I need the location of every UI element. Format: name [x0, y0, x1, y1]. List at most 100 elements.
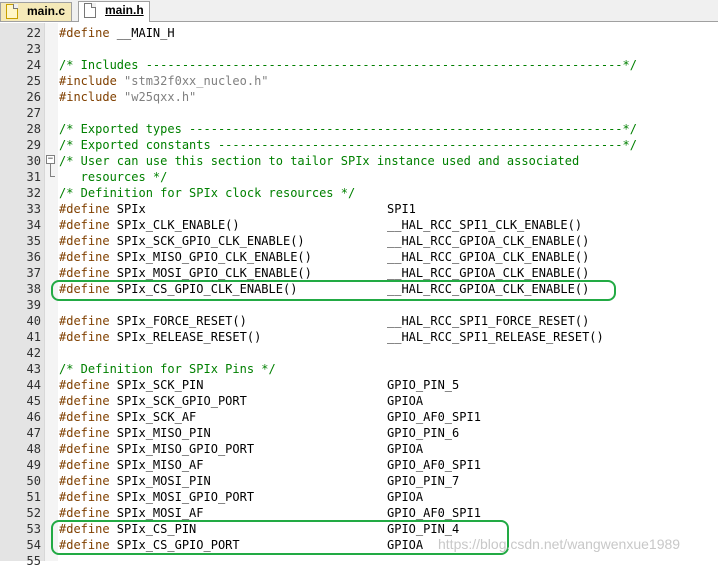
- tab-label: main.c: [27, 4, 66, 18]
- code-line: 26 #include "w25qxx.h": [0, 89, 718, 105]
- line-number: 38: [26, 282, 41, 296]
- macro-name: SPIx_MOSI_PIN: [109, 474, 211, 488]
- line-number: 45: [26, 394, 41, 408]
- tab-bar: main.c main.h: [0, 0, 718, 22]
- macro-value: GPIO_PIN_5: [387, 378, 460, 392]
- macro-value: GPIO_AF0_SPI1: [387, 506, 481, 520]
- directive-keyword: #define: [59, 218, 110, 232]
- comment-text: /* Exported constants ------------------…: [59, 138, 637, 152]
- line-number: 48: [26, 442, 41, 456]
- line-number: 24: [26, 58, 41, 72]
- line-number: 39: [26, 298, 41, 312]
- code-line: 27: [0, 105, 718, 121]
- line-number: 27: [26, 106, 41, 120]
- code-line: 37 #define SPIx_MOSI_GPIO_CLK_ENABLE() __H…: [0, 265, 718, 281]
- comment-text: resources */: [59, 170, 168, 184]
- line-number: 22: [26, 26, 41, 40]
- include-path: "stm32f0xx_nucleo.h": [116, 74, 269, 88]
- code-line: 52 #define SPIx_MOSI_AF GPIO_AF0_SPI1: [0, 505, 718, 521]
- macro-name: SPIx_MISO_GPIO_CLK_ENABLE(): [109, 250, 312, 264]
- code-text: #define SPIx_SCK_PIN: [59, 377, 204, 393]
- macro-value: GPIO_PIN_6: [387, 426, 460, 440]
- code-text: #define SPIx_MOSI_GPIO_PORT: [59, 489, 254, 505]
- tab-main-h[interactable]: main.h: [78, 1, 150, 22]
- directive-keyword: #define: [59, 426, 110, 440]
- macro-name: __MAIN_H: [109, 26, 175, 40]
- file-icon: [84, 3, 96, 18]
- comment-text: /* Definition for SPIx Pins */: [59, 362, 276, 376]
- code-text: #include "stm32f0xx_nucleo.h": [59, 73, 269, 89]
- line-number: 49: [26, 458, 41, 472]
- code-line: 46 #define SPIx_SCK_AF GPIO_AF0_SPI1: [0, 409, 718, 425]
- directive-keyword: #include: [59, 90, 117, 104]
- line-number: 46: [26, 410, 41, 424]
- macro-name: SPIx_SCK_GPIO_PORT: [109, 394, 247, 408]
- code-text: #define SPIx_MOSI_PIN: [59, 473, 211, 489]
- macro-name: SPIx_SCK_GPIO_CLK_ENABLE(): [109, 234, 305, 248]
- line-number: 31: [26, 170, 41, 184]
- macro-name: SPIx_MISO_GPIO_PORT: [109, 442, 255, 456]
- line-number: 51: [26, 490, 41, 504]
- line-number: 28: [26, 122, 41, 136]
- code-line: 24 /* Includes --------------------------…: [0, 57, 718, 73]
- code-text: #define SPIx: [59, 201, 146, 217]
- line-number: 53: [26, 522, 41, 536]
- code-line: 43 /* Definition for SPIx Pins */: [0, 361, 718, 377]
- line-number: 47: [26, 426, 41, 440]
- macro-name: SPIx_RELEASE_RESET(): [109, 330, 262, 344]
- line-number: 44: [26, 378, 41, 392]
- code-text: #define SPIx_FORCE_RESET(): [59, 313, 247, 329]
- directive-keyword: #define: [59, 394, 110, 408]
- directive-keyword: #define: [59, 250, 110, 264]
- directive-keyword: #define: [59, 314, 110, 328]
- macro-name: SPIx_SCK_AF: [109, 410, 197, 424]
- code-text: /* Includes ----------------------------…: [59, 57, 637, 73]
- line-number: 40: [26, 314, 41, 328]
- line-number: 34: [26, 218, 41, 232]
- code-text: /* User can use this section to tailor S…: [59, 153, 579, 169]
- line-number: 25: [26, 74, 41, 88]
- code-line: 34 #define SPIx_CLK_ENABLE() __HAL_RCC_SPI…: [0, 217, 718, 233]
- tab-main-c[interactable]: main.c: [0, 2, 72, 21]
- code-line: 29 /* Exported constants ----------------…: [0, 137, 718, 153]
- code-text: #define SPIx_MISO_PIN: [59, 425, 211, 441]
- watermark: https://blog.csdn.net/wangwenxue1989: [438, 536, 681, 552]
- code-line: 51 #define SPIx_MOSI_GPIO_PORT GPIOA: [0, 489, 718, 505]
- directive-keyword: #define: [59, 506, 110, 520]
- directive-keyword: #define: [59, 442, 110, 456]
- macro-value: GPIOA: [387, 490, 424, 504]
- line-number: 23: [26, 42, 41, 56]
- macro-value: GPIO_AF0_SPI1: [387, 458, 481, 472]
- code-text: #define SPIx_CLK_ENABLE(): [59, 217, 240, 233]
- directive-keyword: #define: [59, 490, 110, 504]
- code-line: 45 #define SPIx_SCK_GPIO_PORT GPIOA: [0, 393, 718, 409]
- macro-name: SPIx_MISO_AF: [109, 458, 204, 472]
- code-text: #define SPIx_SCK_GPIO_CLK_ENABLE(): [59, 233, 305, 249]
- macro-name: SPIx_MOSI_GPIO_CLK_ENABLE(): [109, 266, 312, 280]
- line-number: 33: [26, 202, 41, 216]
- tab-label: main.h: [105, 3, 144, 17]
- line-number: 35: [26, 234, 41, 248]
- line-number: 30: [26, 154, 41, 168]
- macro-name: SPIx: [109, 202, 146, 216]
- macro-name: SPIx_CLK_ENABLE(): [109, 218, 240, 232]
- code-text: resources */: [59, 169, 168, 185]
- directive-keyword: #define: [59, 330, 110, 344]
- directive-keyword: #define: [59, 378, 110, 392]
- macro-name: SPIx_SCK_PIN: [109, 378, 204, 392]
- macro-value: __HAL_RCC_GPIOA_CLK_ENABLE(): [387, 234, 590, 248]
- macro-value: SPI1: [387, 202, 416, 216]
- code-text: #define SPIx_MISO_AF: [59, 457, 204, 473]
- comment-text: /* User can use this section to tailor S…: [59, 154, 580, 168]
- code-text: #define SPIx_MOSI_AF: [59, 505, 204, 521]
- directive-keyword: #define: [59, 234, 110, 248]
- code-text: #define SPIx_SCK_AF: [59, 409, 196, 425]
- code-line: 47 #define SPIx_MISO_PIN GPIO_PIN_6: [0, 425, 718, 441]
- macro-value: GPIOA: [387, 394, 424, 408]
- directive-keyword: #define: [59, 266, 110, 280]
- code-line: 28 /* Exported types --------------------…: [0, 121, 718, 137]
- line-number: 41: [26, 330, 41, 344]
- code-text: #define SPIx_MISO_GPIO_PORT: [59, 441, 254, 457]
- line-number: 36: [26, 250, 41, 264]
- macro-name: SPIx_MOSI_GPIO_PORT: [109, 490, 255, 504]
